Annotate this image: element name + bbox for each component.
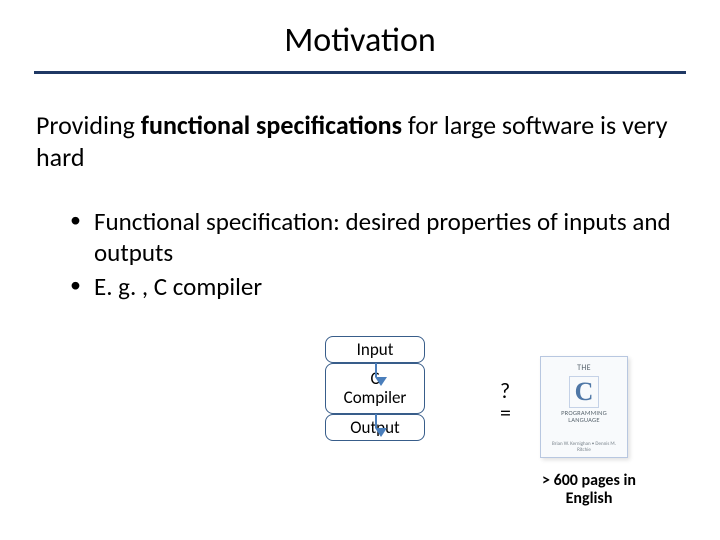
flow-diagram: Input C Compiler Output [300, 336, 450, 441]
slide-title: Motivation [36, 20, 684, 61]
bullet-list: Functional specification: desired proper… [64, 207, 684, 303]
book-big-letter: C [569, 376, 600, 408]
question-equals: ? = [500, 380, 511, 424]
flow-box-line2: Compiler [332, 388, 418, 407]
title-divider [34, 71, 686, 74]
book-caption: > 600 pages in English [524, 472, 654, 509]
bullet-item: E. g. , C compiler [64, 272, 684, 303]
book-cover: THE C PROGRAMMING LANGUAGE Brian W. Kern… [540, 356, 628, 458]
book-subtitle: PROGRAMMING LANGUAGE [546, 410, 622, 424]
bullet-item: Functional specification: desired proper… [64, 207, 684, 268]
book-authors: Brian W. Kernighan • Dennis M. Ritchie [546, 441, 622, 453]
eq-mark: = [500, 402, 511, 424]
lead-bold: functional specifications [141, 109, 402, 141]
slide: Motivation Providing functional specific… [0, 0, 720, 540]
flow-box-input: Input [325, 336, 425, 363]
lead-pre: Providing [36, 109, 141, 141]
lead-paragraph: Providing functional specifications for … [36, 110, 684, 173]
book-top: THE [577, 363, 591, 373]
